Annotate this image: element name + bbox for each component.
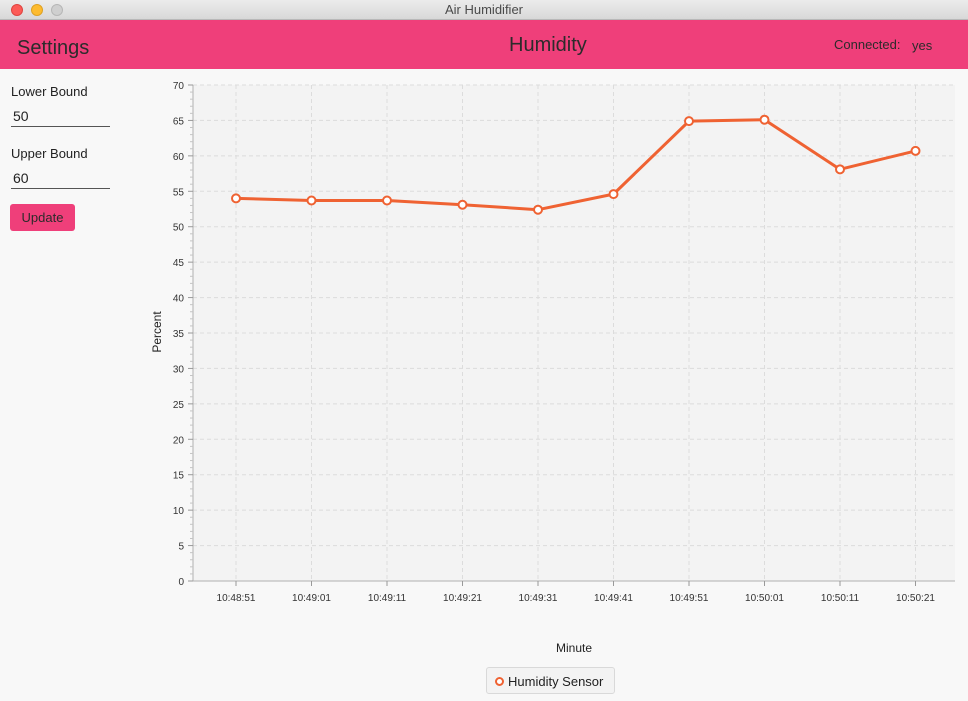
y-tick-label: 15 <box>173 471 185 482</box>
x-tick-label: 10:48:51 <box>217 593 256 604</box>
x-tick-label: 10:50:01 <box>745 593 784 604</box>
data-point <box>457 199 468 210</box>
x-tick-label: 10:49:11 <box>368 593 407 604</box>
y-tick-label: 20 <box>173 435 185 446</box>
x-tick-label: 10:49:51 <box>670 593 709 604</box>
x-tick-label: 10:49:41 <box>594 593 633 604</box>
data-point <box>306 195 317 206</box>
y-tick-label: 60 <box>173 152 185 163</box>
x-tick-label: 10:50:21 <box>896 593 935 604</box>
y-tick-label: 25 <box>173 400 185 411</box>
x-tick-label: 10:49:01 <box>292 593 331 604</box>
legend-label-humidity-sensor: Humidity Sensor <box>508 674 604 689</box>
y-tick-label: 55 <box>173 187 185 198</box>
data-point <box>533 204 543 215</box>
data-point <box>382 195 392 206</box>
data-point <box>910 145 921 156</box>
x-tick-label: 10:49:31 <box>519 593 558 604</box>
y-tick-label: 50 <box>173 223 185 234</box>
y-tick-label: 10 <box>173 506 185 517</box>
y-tick-label: 70 <box>173 81 185 92</box>
y-tick-label: 35 <box>173 329 185 340</box>
y-tick-label: 30 <box>173 364 185 375</box>
data-point <box>684 116 694 127</box>
data-point <box>608 189 619 200</box>
humidity-line-chart: 0 5 10 15 20 25 30 35 40 45 50 55 60 65 70 10:48:51 10:… <box>150 81 955 655</box>
y-tick-label: 45 <box>173 258 185 269</box>
x-axis-title: Minute <box>556 641 592 655</box>
y-tick-label: 5 <box>178 542 184 553</box>
data-point <box>759 114 770 125</box>
legend-marker-humidity-sensor <box>495 677 504 686</box>
data-point <box>231 193 241 204</box>
y-axis-title: Percent <box>150 311 164 353</box>
data-point <box>835 164 845 175</box>
y-tick-label: 65 <box>173 116 185 127</box>
x-tick-label: 10:49:21 <box>443 593 482 604</box>
y-tick-label: 40 <box>173 294 185 305</box>
x-tick-label: 10:50:11 <box>821 593 860 604</box>
y-tick-label: 0 <box>178 577 184 588</box>
chart-legend: Humidity Sensor <box>486 667 615 694</box>
